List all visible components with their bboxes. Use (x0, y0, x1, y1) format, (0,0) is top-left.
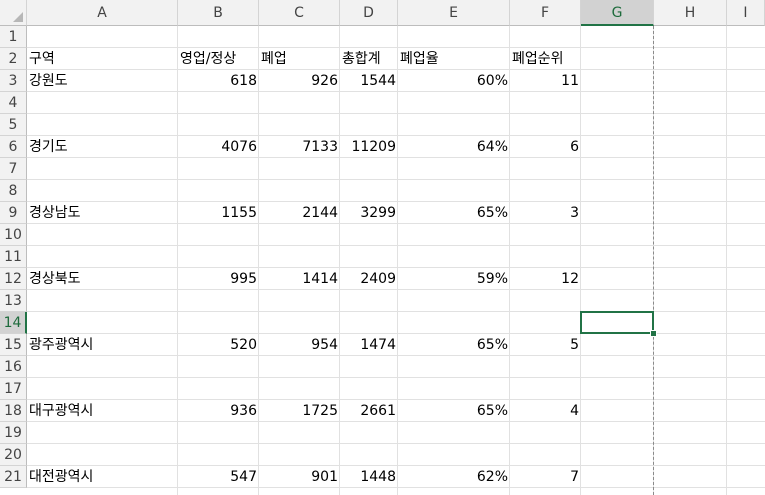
header-cell-operating[interactable]: 영업/정상 (178, 48, 259, 70)
cell-total[interactable]: 1448 (340, 466, 398, 488)
gridline-vertical (339, 26, 340, 495)
cell-rate[interactable]: 65% (398, 400, 510, 422)
cell-total[interactable]: 2409 (340, 268, 398, 290)
row-header-9[interactable]: 9 (0, 202, 27, 224)
row-header-15[interactable]: 15 (0, 334, 27, 356)
page-break-line (653, 26, 654, 495)
gridline-horizontal (27, 443, 765, 444)
cell-rate[interactable]: 59% (398, 268, 510, 290)
select-all-corner[interactable] (0, 0, 27, 26)
header-cell-region[interactable]: 구역 (27, 48, 178, 70)
fill-handle[interactable] (650, 330, 657, 337)
cell-closed[interactable]: 7133 (259, 136, 340, 158)
row-header-5[interactable]: 5 (0, 114, 27, 136)
row-header-3[interactable]: 3 (0, 70, 27, 92)
cell-closed[interactable]: 2144 (259, 202, 340, 224)
gridline-horizontal (27, 245, 765, 246)
header-cell-rank[interactable]: 폐업순위 (510, 48, 581, 70)
row-header-16[interactable]: 16 (0, 356, 27, 378)
cell-closed[interactable]: 954 (259, 334, 340, 356)
cell-closed[interactable]: 1414 (259, 268, 340, 290)
header-cell-total[interactable]: 총합계 (340, 48, 398, 70)
cell-region[interactable]: 경상북도 (27, 268, 178, 290)
gridline-horizontal (27, 113, 765, 114)
cell-region[interactable]: 광주광역시 (27, 334, 178, 356)
row-header-2[interactable]: 2 (0, 48, 27, 70)
gridline-horizontal (27, 377, 765, 378)
cell-operating[interactable]: 520 (178, 334, 259, 356)
column-header-b[interactable]: B (178, 0, 259, 26)
active-cell-selection[interactable] (580, 311, 654, 334)
row-header-21[interactable]: 21 (0, 466, 27, 488)
cell-operating[interactable]: 618 (178, 70, 259, 92)
row-header-17[interactable]: 17 (0, 378, 27, 400)
row-header-19[interactable]: 19 (0, 422, 27, 444)
row-header-13[interactable]: 13 (0, 290, 27, 312)
column-header-i[interactable]: I (727, 0, 765, 26)
column-header-a[interactable]: A (27, 0, 178, 26)
row-header-14[interactable]: 14 (0, 312, 27, 334)
cell-total[interactable]: 1474 (340, 334, 398, 356)
cell-region[interactable]: 강원도 (27, 70, 178, 92)
row-header-6[interactable]: 6 (0, 136, 27, 158)
cell-rate[interactable]: 65% (398, 334, 510, 356)
cell-rank[interactable]: 4 (510, 400, 581, 422)
cell-operating[interactable]: 995 (178, 268, 259, 290)
select-all-triangle-icon (13, 12, 23, 22)
header-cell-rate[interactable]: 폐업율 (398, 48, 510, 70)
row-header-1[interactable]: 1 (0, 26, 27, 48)
cell-operating[interactable]: 4076 (178, 136, 259, 158)
cell-rank[interactable]: 5 (510, 334, 581, 356)
gridline-vertical (258, 26, 259, 495)
cell-total[interactable]: 11209 (340, 136, 398, 158)
cell-closed[interactable]: 901 (259, 466, 340, 488)
gridline-vertical (509, 26, 510, 495)
gridline-vertical (580, 26, 581, 495)
cell-rank[interactable]: 12 (510, 268, 581, 290)
cell-total[interactable]: 3299 (340, 202, 398, 224)
column-header-d[interactable]: D (340, 0, 398, 26)
cell-region[interactable]: 경기도 (27, 136, 178, 158)
row-header-7[interactable]: 7 (0, 158, 27, 180)
gridline-vertical (177, 26, 178, 495)
cell-operating[interactable]: 936 (178, 400, 259, 422)
column-header-e[interactable]: E (398, 0, 510, 26)
cell-region[interactable]: 경상남도 (27, 202, 178, 224)
row-header-8[interactable]: 8 (0, 180, 27, 202)
column-header-g[interactable]: G (581, 0, 654, 26)
column-header-c[interactable]: C (259, 0, 340, 26)
cell-operating[interactable]: 547 (178, 466, 259, 488)
cell-rate[interactable]: 62% (398, 466, 510, 488)
cell-rank[interactable]: 11 (510, 70, 581, 92)
cell-operating[interactable]: 1155 (178, 202, 259, 224)
row-header-4[interactable]: 4 (0, 92, 27, 114)
column-header-f[interactable]: F (510, 0, 581, 26)
column-header-h[interactable]: H (654, 0, 727, 26)
row-header-10[interactable]: 10 (0, 224, 27, 246)
cell-region[interactable]: 대구광역시 (27, 400, 178, 422)
cell-rate[interactable]: 60% (398, 70, 510, 92)
spreadsheet-grid[interactable]: A B C D E F G H I 1 2 3 4 5 6 7 8 9 10 11 12 13 14 15 16 17 18 19 20… (0, 0, 765, 495)
cell-closed[interactable]: 926 (259, 70, 340, 92)
cell-region[interactable]: 대전광역시 (27, 466, 178, 488)
cell-rate[interactable]: 64% (398, 136, 510, 158)
row-header-12[interactable]: 12 (0, 268, 27, 290)
gridline-horizontal (27, 179, 765, 180)
row-header-11[interactable]: 11 (0, 246, 27, 268)
cell-rank[interactable]: 6 (510, 136, 581, 158)
gridline-vertical (726, 26, 727, 495)
row-header-18[interactable]: 18 (0, 400, 27, 422)
header-cell-closed[interactable]: 폐업 (259, 48, 340, 70)
cell-rank[interactable]: 7 (510, 466, 581, 488)
gridline-vertical (397, 26, 398, 495)
row-header-20[interactable]: 20 (0, 444, 27, 466)
gridline-horizontal (27, 311, 765, 312)
cell-rank[interactable]: 3 (510, 202, 581, 224)
cell-rate[interactable]: 65% (398, 202, 510, 224)
cell-closed[interactable]: 1725 (259, 400, 340, 422)
cell-total[interactable]: 1544 (340, 70, 398, 92)
cell-total[interactable]: 2661 (340, 400, 398, 422)
